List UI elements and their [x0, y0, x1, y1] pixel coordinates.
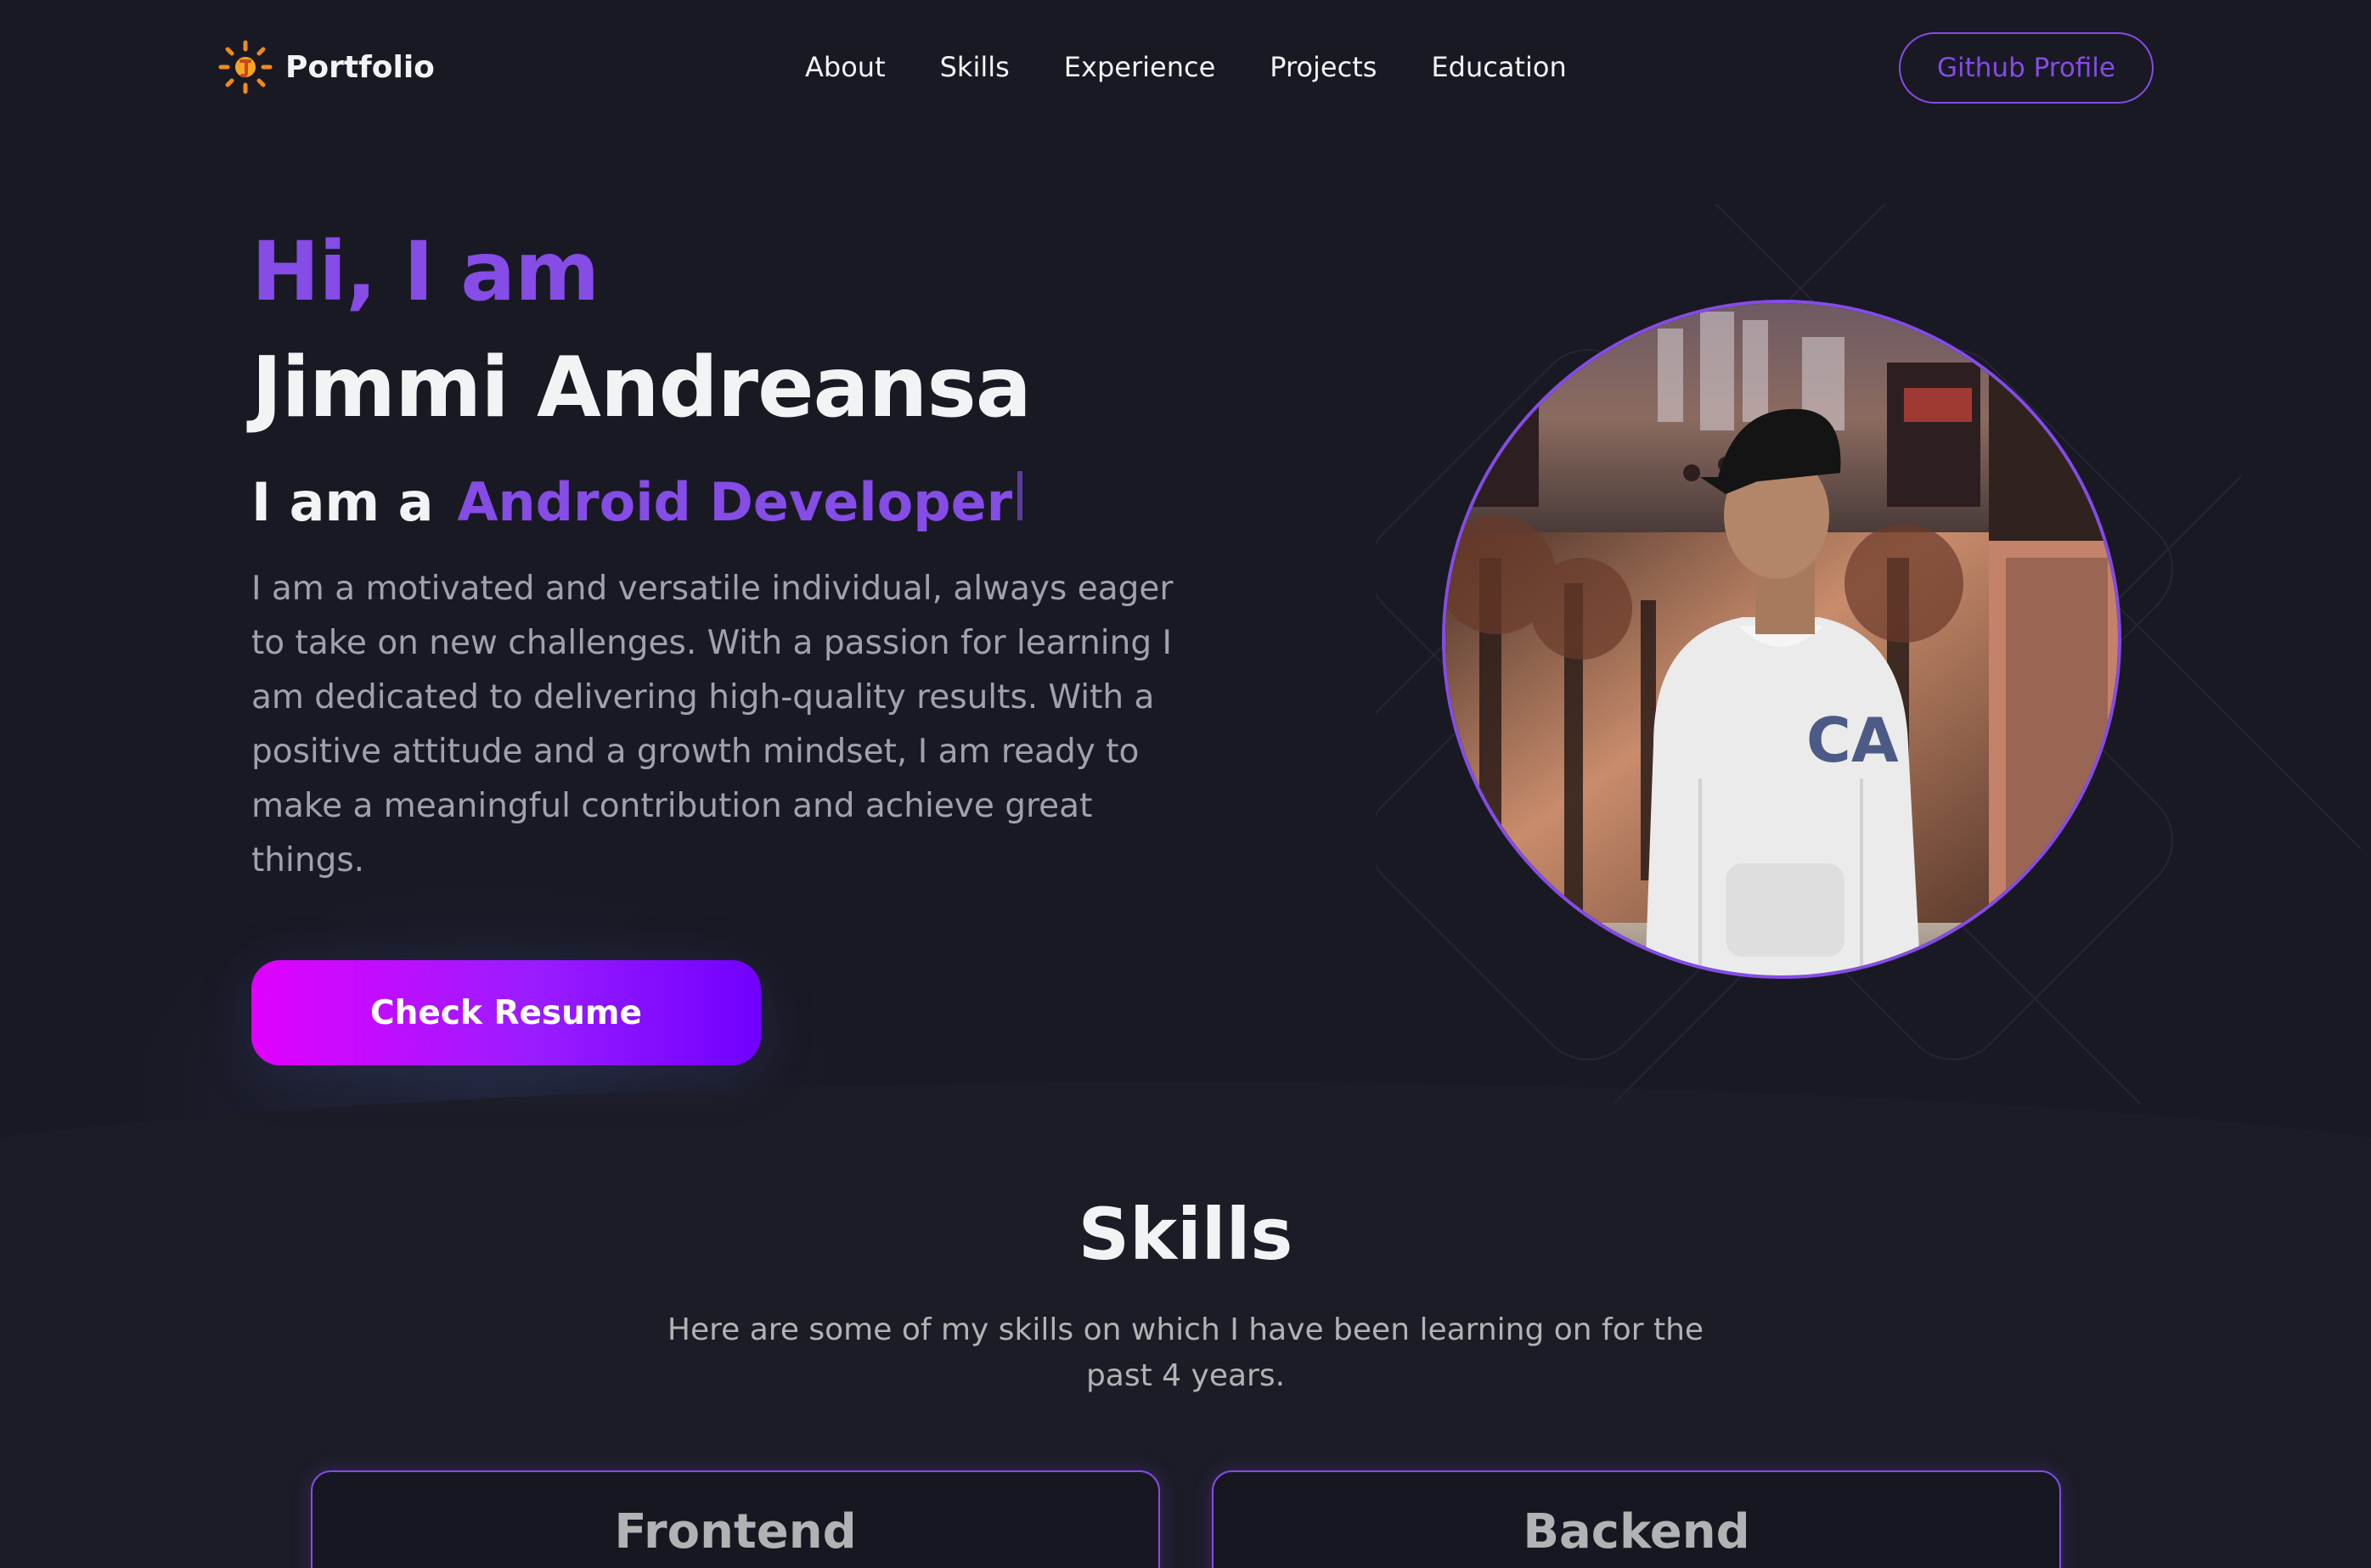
profile-photo-illustration: CA — [1445, 303, 2118, 975]
typing-cursor — [1017, 471, 1023, 520]
hero-section: Hi, I am Jimmi Andreansa I am a Android … — [0, 136, 2371, 1146]
greeting-heading: Hi, I am — [251, 224, 600, 319]
role-line: I am a Android Developer — [251, 471, 1023, 533]
nav-link-about[interactable]: About — [805, 51, 886, 83]
page: Portfolio About Skills Experience Projec… — [0, 0, 2371, 1568]
bio-paragraph: I am a motivated and versatile individua… — [251, 570, 1174, 880]
check-resume-button[interactable]: Check Resume — [251, 960, 761, 1065]
sun-logo-icon — [218, 40, 273, 94]
github-profile-button[interactable]: Github Profile — [1899, 32, 2154, 104]
hoodie-text: CA — [1806, 705, 1899, 776]
skills-description: Here are some of my skills on which I ha… — [0, 1307, 2371, 1399]
skill-card-title: Backend — [1523, 1504, 1750, 1560]
nav-link-skills[interactable]: Skills — [940, 51, 1010, 83]
brand-name: Portfolio — [285, 49, 435, 85]
skills-heading: Skills — [1078, 1193, 1293, 1276]
skills-description-line-1: Here are some of my skills on which I ha… — [667, 1312, 1704, 1347]
nav-links: About Skills Experience Projects Educati… — [805, 51, 1567, 83]
nav-link-education[interactable]: Education — [1431, 51, 1566, 83]
skill-card-frontend: Frontend — [311, 1470, 1160, 1568]
nav-link-experience[interactable]: Experience — [1064, 51, 1215, 83]
skill-card-title: Frontend — [614, 1504, 857, 1560]
name-heading: Jimmi Andreansa — [251, 340, 1032, 436]
skill-card-backend: Backend — [1212, 1470, 2061, 1568]
skills-description-line-2: past 4 years. — [1085, 1358, 1286, 1393]
nav-link-projects[interactable]: Projects — [1270, 51, 1377, 83]
brand-logo[interactable]: Portfolio — [216, 37, 435, 97]
role-prefix: I am a — [251, 471, 434, 533]
role-typewriter: Android Developer — [457, 471, 1013, 533]
skills-section: Skills Here are some of my skills on whi… — [0, 1146, 2371, 1568]
navbar: Portfolio About Skills Experience Projec… — [0, 0, 2371, 136]
hero-image-area: CA — [1376, 170, 2371, 1146]
profile-photo: CA — [1442, 300, 2121, 979]
